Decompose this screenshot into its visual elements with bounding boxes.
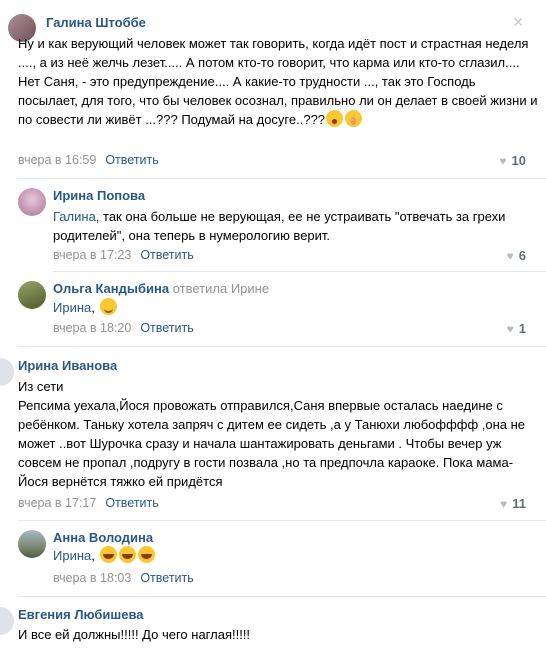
comment-meta: вчера в 16:59 Ответить (18, 153, 159, 167)
smile-emoji-icon (99, 298, 117, 315)
comment-text: И все ей должны!!!!! До чего наглая!!!!! (18, 627, 251, 642)
avatar[interactable] (0, 358, 14, 386)
comment-meta: вчера в 18:20 Ответить (53, 321, 194, 335)
like-button[interactable]: ♥ 10 (499, 153, 526, 168)
comment-author[interactable]: Ольга Кандыбина ответила Ирине (53, 281, 269, 296)
comment-meta: вчера в 18:03 Ответить (53, 571, 194, 585)
comment-time[interactable]: вчера в 18:03 (53, 571, 131, 585)
comment-author[interactable]: Анна Володина (53, 530, 153, 545)
comment-time[interactable]: вчера в 16:59 (18, 153, 96, 167)
like-count: 1 (518, 321, 526, 336)
heart-icon: ♥ (500, 497, 508, 511)
comment-author[interactable]: Ирина Иванова (18, 358, 117, 373)
reply-button[interactable]: Ответить (105, 153, 158, 167)
comment-text-body: , так она больше не верующая, ее не устр… (53, 209, 506, 243)
avatar[interactable] (18, 188, 46, 216)
comment-text: Ирина, (53, 546, 538, 565)
comment-text: Ирина, (53, 298, 538, 317)
comment-text: Ну и как верующий человек может так гово… (18, 34, 538, 129)
heart-icon: ♥ (499, 154, 507, 168)
divider (18, 520, 546, 521)
replied-to: ответила Ирине (172, 281, 270, 296)
mention-link[interactable]: Галина (53, 209, 96, 224)
comment-text-body: , (91, 300, 95, 315)
mention-link[interactable]: Ирина (53, 300, 91, 315)
divider (18, 178, 546, 179)
comment-author[interactable]: Галина Штоббе (46, 15, 146, 30)
comment-meta: вчера в 17:17 Ответить (18, 496, 159, 510)
divider (18, 346, 546, 347)
avatar[interactable] (18, 530, 46, 558)
close-icon[interactable]: ✕ (512, 14, 524, 31)
comment-meta: вчера в 17:23 Ответить (53, 248, 194, 262)
reply-button[interactable]: Ответить (140, 571, 193, 585)
divider (18, 596, 546, 597)
heart-icon: ♥ (506, 322, 514, 336)
author-name[interactable]: Ольга Кандыбина (53, 281, 169, 296)
laughing-emoji-icon (137, 546, 155, 563)
comment-time[interactable]: вчера в 17:17 (18, 496, 96, 510)
like-count: 6 (518, 248, 526, 263)
like-button[interactable]: ♥ 6 (507, 248, 526, 263)
mention-link[interactable]: Ирина (53, 548, 91, 563)
comment-text: Галина, так она больше не верующая, ее н… (53, 207, 538, 245)
comment-text: Из сети Репсима уехала,Йося провожать от… (18, 379, 526, 489)
comment-text-body: Ну и как верующий человек может так гово… (18, 36, 538, 127)
like-button[interactable]: ♥ 11 (500, 496, 526, 511)
like-count: 10 (511, 153, 526, 168)
reply-button[interactable]: Ответить (105, 496, 158, 510)
reply-button[interactable]: Ответить (140, 248, 193, 262)
avatar[interactable] (0, 607, 14, 635)
laughing-emoji-icon (118, 546, 136, 563)
comment-text-body: , (91, 548, 95, 563)
avatar[interactable] (18, 281, 46, 309)
comment-author[interactable]: Ирина Попова (53, 188, 145, 203)
comment-time[interactable]: вчера в 18:20 (53, 321, 131, 335)
laughing-emoji-icon (99, 546, 117, 563)
shocked-emoji-icon (326, 110, 344, 127)
heart-icon: ♥ (506, 249, 514, 263)
reply-button[interactable]: Ответить (140, 321, 193, 335)
like-count: 11 (512, 496, 526, 511)
comment-author[interactable]: Евгения Любишева (18, 607, 144, 622)
like-button[interactable]: ♥ 1 (507, 321, 526, 336)
divider (53, 271, 546, 272)
comment-time[interactable]: вчера в 17:23 (53, 248, 131, 262)
shushing-emoji-icon (345, 110, 363, 127)
